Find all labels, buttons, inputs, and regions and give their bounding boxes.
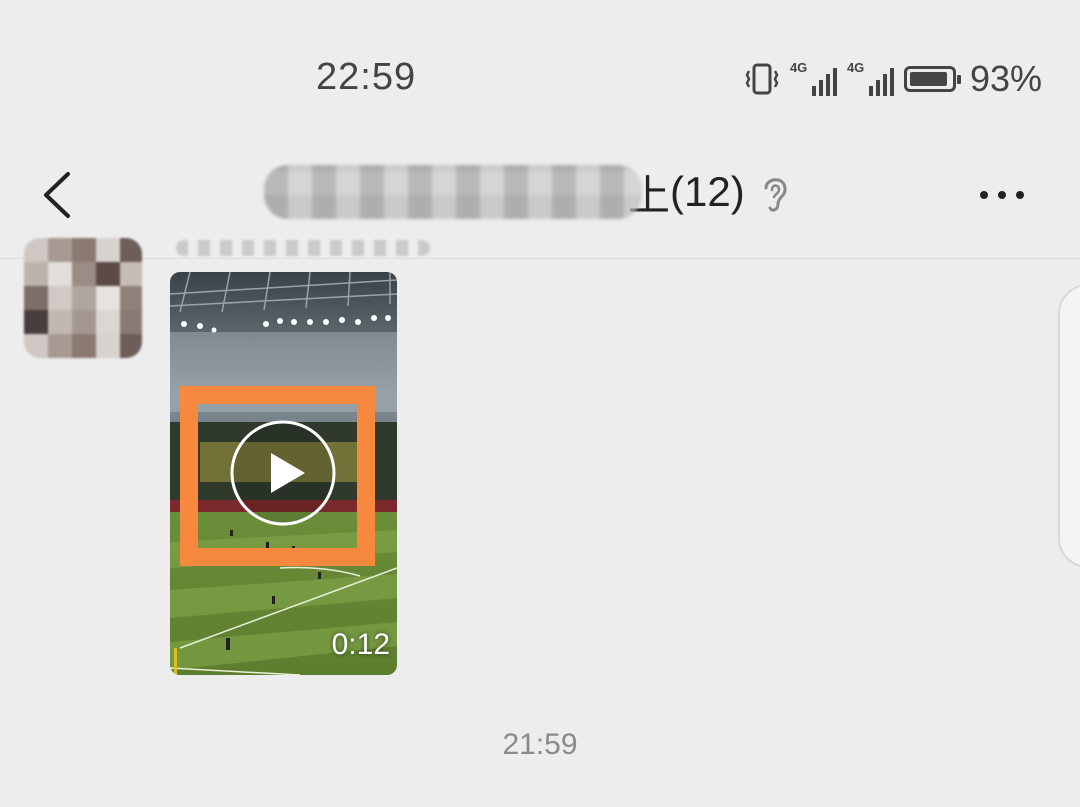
avatar-pixel: [48, 262, 72, 286]
avatar-pixel: [24, 286, 48, 310]
avatar-pixel: [48, 286, 72, 310]
avatar-pixel: [120, 238, 142, 262]
avatar-pixel: [72, 286, 96, 310]
avatar-pixel: [96, 238, 120, 262]
ear-icon: [764, 178, 787, 212]
signal-icon: 4G: [789, 60, 837, 96]
battery-level: [909, 72, 947, 86]
back-chevron-icon[interactable]: [38, 170, 82, 220]
status-time: 22:59: [316, 56, 417, 98]
title-redacted-blur: [264, 165, 642, 219]
more-dots-icon[interactable]: [974, 180, 1030, 210]
avatar-pixel: [72, 334, 96, 358]
avatar-pixel: [120, 286, 142, 310]
avatar-pixel: [96, 310, 120, 334]
avatar-pixel: [72, 310, 96, 334]
avatar-pixel: [120, 310, 142, 334]
member-count: (12): [670, 168, 745, 215]
avatar-pixel: [24, 310, 48, 334]
avatar-pixel: [96, 286, 120, 310]
avatar-pixel: [120, 262, 142, 286]
avatar-pixel: [72, 262, 96, 286]
avatar-pixel: [24, 262, 48, 286]
avatar[interactable]: [24, 238, 142, 358]
avatar-pixel: [72, 238, 96, 262]
message-timestamp: 21:59: [502, 728, 578, 761]
play-icon[interactable]: [229, 419, 337, 527]
avatar-pixel: [48, 334, 72, 358]
avatar-pixel: [48, 238, 72, 262]
network-type-label: 4G: [789, 60, 808, 75]
avatar-pixel: [24, 238, 48, 262]
avatar-pixel: [120, 334, 142, 358]
status-icons: 4G 4G 93%: [744, 56, 1042, 102]
chat-title: 上 (12): [264, 162, 745, 222]
network-type-label: 4G: [846, 60, 865, 75]
battery-percent: 93%: [969, 58, 1042, 99]
video-duration: 0:12: [331, 628, 390, 661]
vibrate-icon: [745, 63, 779, 95]
side-drawer-handle[interactable]: [1058, 284, 1080, 568]
avatar-pixel: [24, 334, 48, 358]
header-divider: [0, 258, 1080, 259]
avatar-pixel: [48, 310, 72, 334]
avatar-pixel: [96, 262, 120, 286]
sender-name-redacted: [176, 240, 430, 256]
signal-icon: 4G: [846, 60, 894, 96]
battery-icon: [903, 66, 961, 92]
avatar-pixel: [96, 334, 120, 358]
